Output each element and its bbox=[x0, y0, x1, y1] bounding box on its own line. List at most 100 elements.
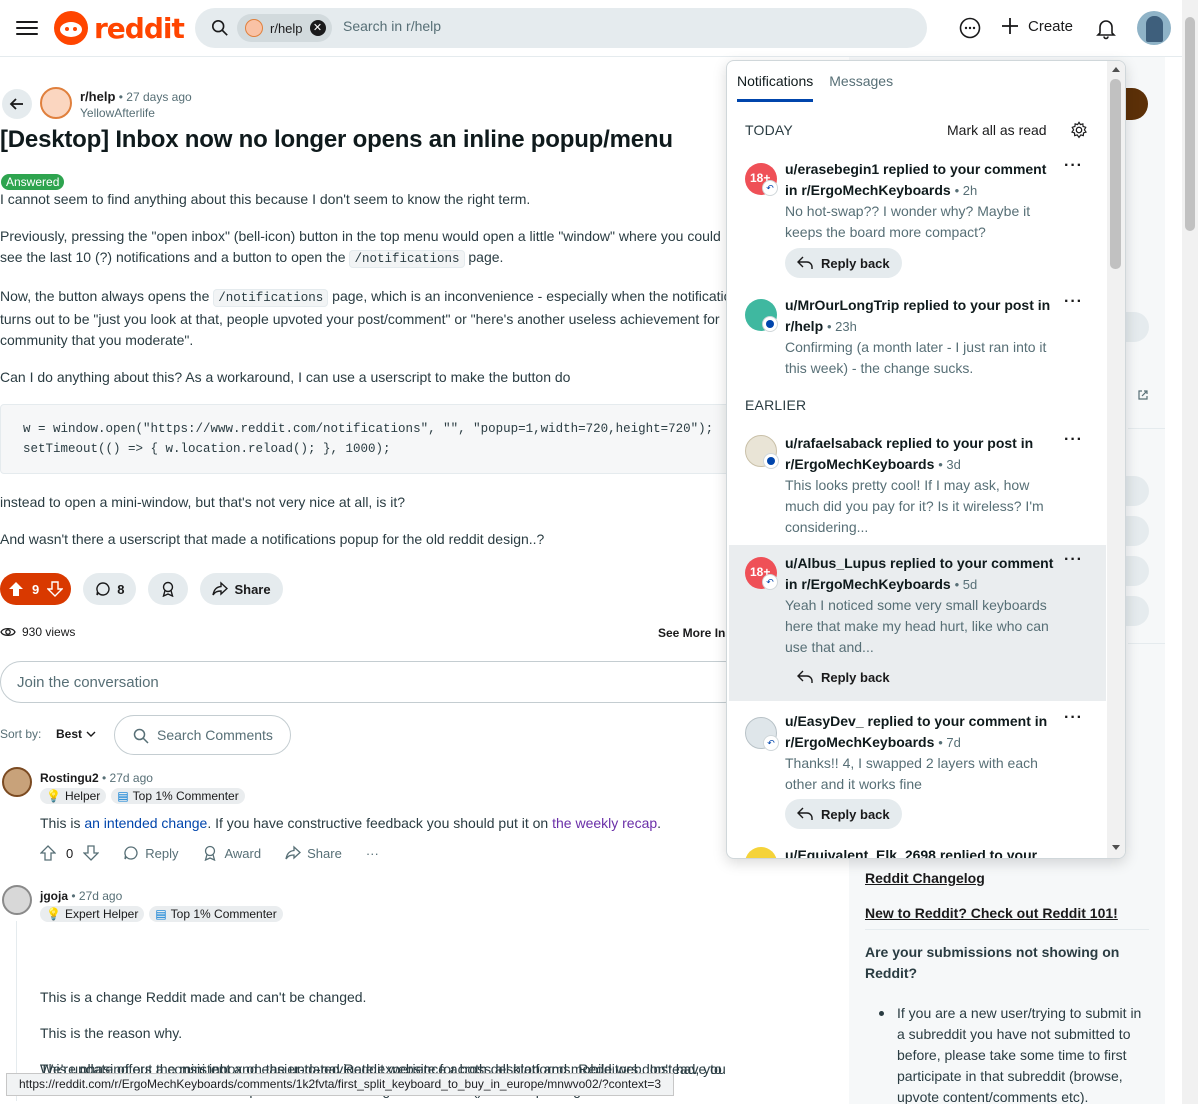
reply-label: Reply bbox=[145, 845, 179, 861]
menu-icon[interactable] bbox=[16, 17, 38, 39]
notification-item[interactable]: u/MrOurLongTrip replied to your post in … bbox=[729, 291, 1106, 381]
user-avatar[interactable] bbox=[1137, 11, 1171, 45]
more-options-icon[interactable]: ··· bbox=[1064, 293, 1083, 311]
commenter-avatar[interactable] bbox=[2, 767, 32, 797]
external-link-icon[interactable] bbox=[1138, 390, 1148, 400]
scroll-down-icon[interactable] bbox=[1112, 845, 1120, 850]
comments-button[interactable]: 8 bbox=[83, 573, 137, 605]
notification-title: u/rafaelsaback replied to your post in r… bbox=[785, 433, 1055, 475]
more-options-icon[interactable]: ··· bbox=[366, 846, 379, 861]
arrow-left-icon bbox=[9, 98, 23, 110]
create-button[interactable]: Create bbox=[1000, 16, 1073, 36]
comment-author[interactable]: jgoja bbox=[40, 889, 68, 903]
community-filter-chip[interactable]: r/help ✕ bbox=[237, 14, 332, 42]
comment-body: This is an intended change. If you have … bbox=[40, 813, 661, 834]
join-placeholder: Join the conversation bbox=[17, 674, 159, 691]
see-more-insights-link[interactable]: See More Insights bbox=[658, 626, 726, 640]
notification-item[interactable]: 18+ ↶ u/erasebegin1 replied to your comm… bbox=[729, 153, 1106, 281]
chevron-down-icon[interactable] bbox=[86, 730, 96, 738]
search-comments-button[interactable]: Search Comments bbox=[114, 715, 291, 755]
divider bbox=[865, 929, 1149, 930]
share-label: Share bbox=[307, 845, 342, 861]
create-label: Create bbox=[1028, 17, 1074, 35]
popup-scroll-thumb[interactable] bbox=[1110, 79, 1121, 269]
page-scrollbar[interactable] bbox=[1182, 0, 1198, 1104]
views-count: 930 views bbox=[0, 625, 75, 639]
flair-text: Expert Helper bbox=[64, 907, 139, 921]
user-flair: 💡 Helper bbox=[40, 788, 107, 804]
comment-text: . If you have constructive feedback you … bbox=[207, 815, 549, 831]
notification-item[interactable]: u/Equivalent_Elk_2698 replied to your bbox=[729, 843, 1106, 858]
notification-item[interactable]: u/rafaelsaback replied to your post in r… bbox=[729, 427, 1106, 537]
close-icon[interactable]: ✕ bbox=[309, 20, 326, 36]
tab-notifications[interactable]: Notifications bbox=[737, 73, 814, 102]
mark-all-read-button[interactable]: Mark all as read bbox=[947, 122, 1047, 138]
search-bar[interactable]: r/help ✕ bbox=[195, 8, 927, 48]
downvote-icon[interactable] bbox=[47, 581, 64, 597]
more-options-icon[interactable]: ··· bbox=[1064, 157, 1083, 175]
share-icon bbox=[285, 845, 302, 860]
notification-time: • 5d bbox=[954, 577, 978, 592]
post-author[interactable]: YellowAfterlife bbox=[80, 106, 155, 120]
intended-change-link[interactable]: an intended change bbox=[84, 815, 207, 831]
more-options-icon[interactable]: ··· bbox=[1064, 551, 1083, 569]
post-badge-icon bbox=[763, 453, 779, 469]
sidebar-bullet-text: If you are a new user/trying to submit i… bbox=[897, 1005, 1142, 1104]
back-button[interactable] bbox=[2, 89, 32, 119]
page-scroll-thumb[interactable] bbox=[1185, 17, 1195, 231]
reply-button[interactable]: Reply bbox=[123, 845, 178, 861]
scroll-up-icon[interactable] bbox=[1112, 67, 1120, 72]
comment-text: This is bbox=[40, 815, 81, 831]
award-label: Award bbox=[224, 845, 262, 861]
vote-count: 9 bbox=[32, 581, 40, 597]
notification-item[interactable]: 18+ ↶ u/Albus_Lupus replied to your comm… bbox=[729, 545, 1106, 701]
subreddit-avatar[interactable] bbox=[40, 87, 72, 119]
award-button[interactable] bbox=[148, 573, 189, 605]
bell-icon[interactable] bbox=[1094, 16, 1118, 40]
notification-time: • 3d bbox=[938, 457, 961, 472]
share-button[interactable]: Share bbox=[285, 845, 342, 861]
upvote-icon[interactable] bbox=[8, 581, 24, 597]
award-button[interactable]: Award bbox=[202, 845, 261, 861]
post-text: turns out to be "just you look at that, … bbox=[0, 311, 720, 327]
comment-author[interactable]: Rostingu2 bbox=[40, 771, 99, 785]
comment-meta: jgoja • 27d ago bbox=[40, 889, 122, 903]
join-conversation-input[interactable]: Join the conversation bbox=[0, 661, 746, 703]
notification-item[interactable]: ↶ u/EasyDev_ replied to your comment in … bbox=[729, 707, 1106, 837]
post-paragraph: I cannot seem to find anything about thi… bbox=[0, 191, 531, 207]
chat-icon[interactable] bbox=[958, 16, 982, 40]
post-text: community that you moderate". bbox=[0, 332, 194, 348]
comment-paragraph: This is a change Reddit made and can't b… bbox=[40, 989, 367, 1005]
user-flairs: 💡 Helper ▤ Top 1% Commenter bbox=[40, 788, 245, 804]
weekly-recap-link[interactable]: the weekly recap bbox=[552, 815, 657, 831]
subreddit-link[interactable]: r/help bbox=[80, 89, 115, 104]
reddit-logo[interactable]: reddit bbox=[54, 11, 185, 45]
new-to-reddit-link[interactable]: New to Reddit? Check out Reddit 101! bbox=[865, 905, 1118, 921]
popup-scrollbar[interactable] bbox=[1107, 61, 1125, 858]
divider bbox=[1128, 643, 1165, 644]
share-button[interactable]: Share bbox=[200, 573, 283, 605]
tab-messages[interactable]: Messages bbox=[829, 73, 893, 102]
gear-icon[interactable] bbox=[1070, 121, 1088, 139]
upvote-icon[interactable] bbox=[40, 845, 56, 861]
reply-back-button[interactable]: Reply back bbox=[785, 248, 902, 278]
search-input[interactable] bbox=[343, 18, 743, 34]
reply-back-button[interactable]: Reply back bbox=[785, 662, 902, 692]
commenter-avatar[interactable] bbox=[2, 885, 32, 915]
post-paragraph: Previously, pressing the "open inbox" (b… bbox=[0, 226, 736, 270]
more-options-icon[interactable]: ··· bbox=[1064, 709, 1083, 727]
post-text: see the last 10 (?) notifications and a … bbox=[0, 249, 346, 265]
lightbulb-icon: 💡 bbox=[46, 789, 61, 803]
reddit-changelog-link[interactable]: Reddit Changelog bbox=[865, 870, 985, 886]
comment-actions: 0 Reply Award Share ··· bbox=[40, 845, 379, 861]
reply-badge-icon: ↶ bbox=[762, 574, 778, 590]
notification-title: u/erasebegin1 replied to your comment in… bbox=[785, 159, 1055, 201]
downvote-icon[interactable] bbox=[83, 845, 100, 861]
reply-back-button[interactable]: Reply back bbox=[785, 799, 902, 829]
reply-badge-icon: ↶ bbox=[763, 735, 779, 751]
sort-dropdown[interactable]: Best bbox=[56, 727, 82, 741]
views-text: 930 views bbox=[22, 625, 76, 639]
comment: Rostingu2 • 27d ago 💡 Helper ▤ Top 1% Comm… bbox=[0, 767, 746, 877]
more-options-icon[interactable]: ··· bbox=[1064, 431, 1083, 449]
answered-flair[interactable]: Answered bbox=[1, 174, 65, 190]
